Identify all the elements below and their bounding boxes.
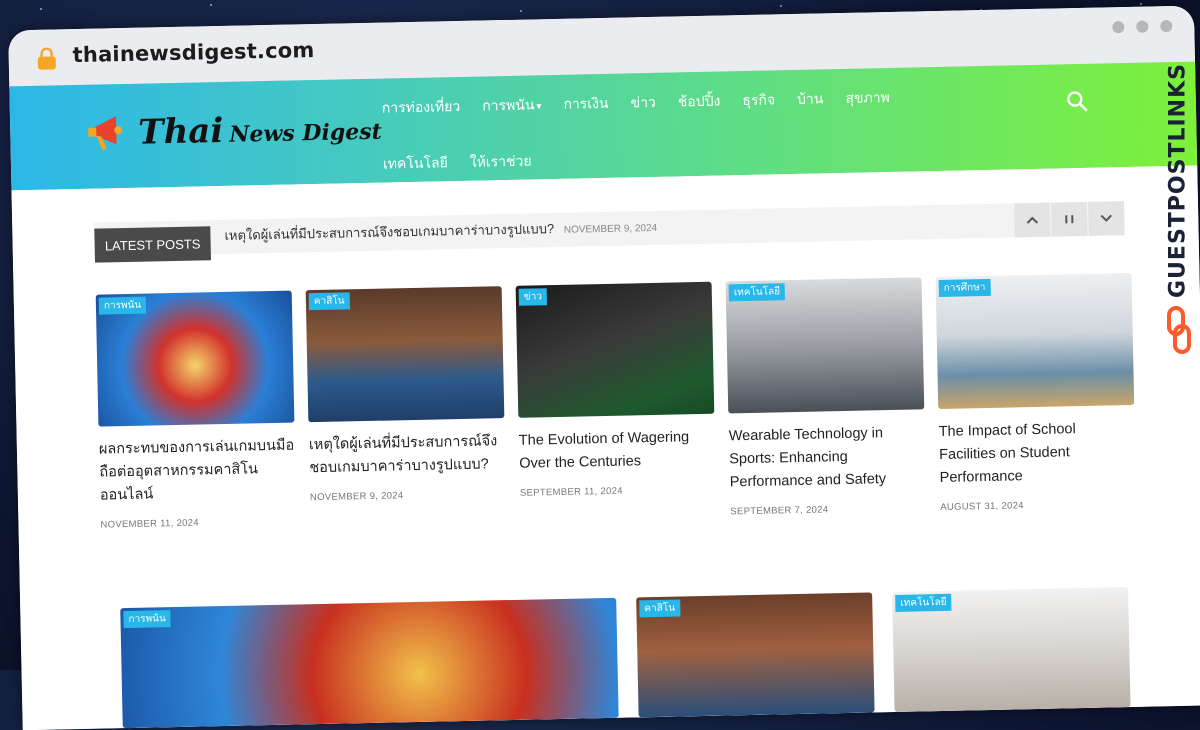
featured-row: การพนัน คาสิโน เทคโนโลยี [120,587,1142,729]
category-badge[interactable]: เทคโนโลยี [728,283,786,302]
ticker-headline: เหตุใดผู้เล่นที่มีประสบการณ์จึงชอบเกมบาค… [224,221,555,243]
ticker-headline-link[interactable]: เหตุใดผู้เล่นที่มีประสบการณ์จึงชอบเกมบาค… [224,216,657,246]
site-logo[interactable]: Thai News Digest [86,105,382,157]
ticker-controls [1012,201,1125,238]
nav-item-news[interactable]: ข่าว [630,92,656,115]
nav-item-technology[interactable]: เทคโนโลยี [383,152,448,175]
category-badge[interactable]: การพนัน [123,610,171,629]
latest-posts-ticker: LATEST POSTS เหตุใดผู้เล่นที่มีประสบการณ… [94,201,1125,263]
post-title[interactable]: ผลกระทบของการเล่นเกมบนมือถือต่ออุตสาหกรร… [99,435,296,508]
chevron-down-icon[interactable] [1086,201,1125,236]
post-card[interactable]: ข่าว The Evolution of Wagering Over the … [515,281,717,522]
nav-item-gambling[interactable]: การพนัน ▾ [482,94,542,117]
pause-icon[interactable] [1049,201,1088,237]
post-title[interactable]: เหตุใดผู้เล่นที่มีประสบการณ์จึงชอบเกมบาค… [309,430,506,480]
window-controls [1112,20,1173,34]
guestpostlinks-watermark: GUESTPOSTLINKS [1158,56,1198,356]
category-badge[interactable]: คาสิโน [639,599,681,618]
nav-item-home[interactable]: บ้าน [797,88,824,111]
post-thumbnail[interactable]: การพนัน [95,290,295,427]
nav-item-travel[interactable]: การท่องเที่ยว [382,96,461,120]
ticker-label: LATEST POSTS [94,226,211,263]
post-title[interactable]: Wearable Technology in Sports: Enhancing… [729,421,926,494]
post-date: SEPTEMBER 7, 2024 [730,504,829,518]
page-content: LATEST POSTS เหตุใดผู้เล่นที่มีประสบการณ… [11,165,1200,730]
megaphone-icon [88,116,123,151]
post-thumbnail[interactable]: คาสิโน [305,286,505,423]
category-badge[interactable]: เทคโนโลยี [895,593,952,612]
post-thumbnail[interactable]: ข่าว [515,281,715,418]
post-title[interactable]: The Evolution of Wagering Over the Centu… [519,426,716,476]
category-badge[interactable]: ข่าว [518,288,548,306]
nav-item-shopping[interactable]: ช้อปปิ้ง [678,91,721,114]
browser-window: thainewsdigest.com Thai News Digest การท… [8,5,1200,730]
category-badge[interactable]: คาสิโน [308,292,350,311]
nav-item-finance[interactable]: การเงิน [563,93,609,116]
post-date: SEPTEMBER 11, 2024 [519,485,623,499]
post-date: NOVEMBER 9, 2024 [309,490,404,504]
logo-thai-text: Thai [137,110,224,153]
post-date: NOVEMBER 11, 2024 [100,517,199,531]
post-thumbnail[interactable]: เทคโนโลยี [725,277,925,414]
window-dot-3[interactable] [1160,20,1173,33]
ticker-date: NOVEMBER 9, 2024 [563,222,658,236]
window-dot-1[interactable] [1112,21,1125,34]
link-chain-icon [1167,306,1191,354]
post-card[interactable]: การศึกษา The Impact of School Facilities… [935,272,1136,513]
chevron-down-icon: ▾ [536,101,542,113]
nav-item-help[interactable]: ให้เราช่วย [470,150,532,173]
address-bar-url[interactable]: thainewsdigest.com [72,38,314,67]
post-grid: การพนัน ผลกระทบของการเล่นเกมบนมือถือต่ออ… [95,272,1141,531]
lock-icon [37,47,56,70]
post-thumbnail[interactable]: การศึกษา [935,272,1135,410]
post-card[interactable]: การพนัน ผลกระทบของการเล่นเกมบนมือถือต่ออ… [95,290,297,531]
window-dot-2[interactable] [1136,20,1149,33]
nav-item-gambling-label: การพนัน [482,96,535,114]
post-card[interactable]: เทคโนโลยี Wearable Technology in Sports:… [725,277,927,518]
featured-thumbnail[interactable]: การพนัน [120,597,619,729]
chevron-up-icon[interactable] [1012,202,1051,238]
featured-thumbnail[interactable]: คาสิโน [636,592,875,718]
post-card[interactable]: คาสิโน เหตุใดผู้เล่นที่มีประสบการณ์จึงชอ… [305,286,507,526]
logo-news-digest-text: News Digest [229,118,383,148]
category-badge[interactable]: การพนัน [98,296,147,315]
nav-item-health[interactable]: สุขภาพ [845,87,890,110]
watermark-text: GUESTPOSTLINKS [1165,63,1191,298]
nav-row-1: การท่องเที่ยว การพนัน ▾ การเงิน ข่าว ช้อป… [382,81,923,124]
nav-item-business[interactable]: ธุรกิจ [742,89,775,112]
post-date: AUGUST 31, 2024 [940,500,1024,513]
featured-thumbnail[interactable]: เทคโนโลยี [892,587,1131,713]
category-badge[interactable]: การศึกษา [938,278,991,297]
post-title[interactable]: The Impact of School Facilities on Stude… [939,417,1136,490]
search-icon[interactable] [1066,90,1088,112]
